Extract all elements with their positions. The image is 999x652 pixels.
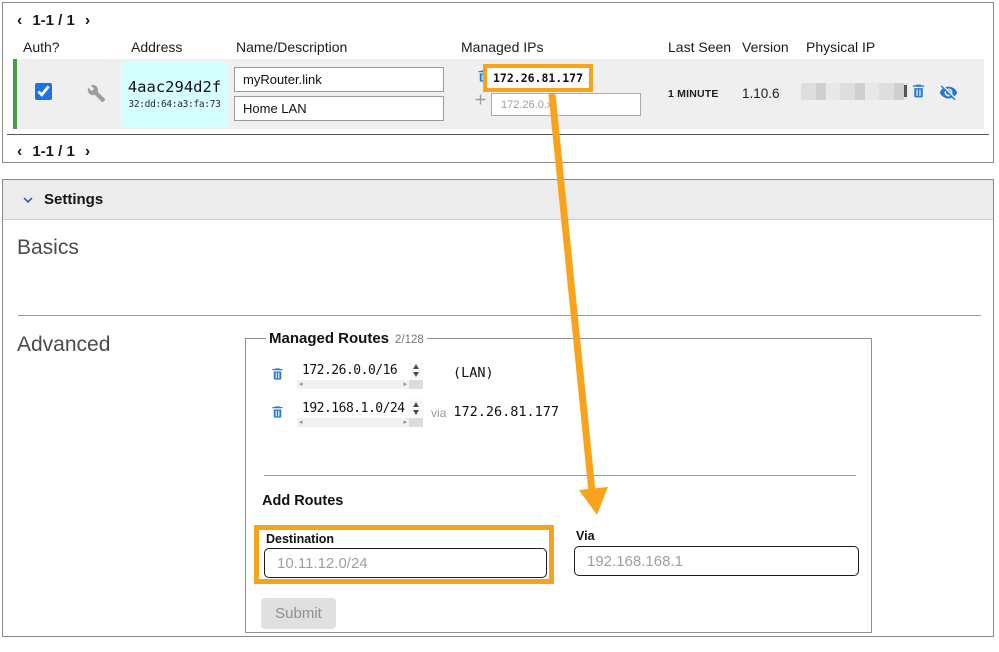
chevron-down-icon [19, 191, 37, 209]
route-row: 172.26.0.0/16 ◂ ▸ (LAN) [260, 361, 857, 389]
add-ip-icon[interactable] [472, 91, 489, 108]
member-name-input[interactable] [234, 67, 444, 92]
horizontal-scrollbar[interactable]: ◂ ▸ [297, 418, 409, 427]
managed-ip-value: 172.26.81.177 [483, 64, 593, 92]
managed-routes-title: Managed Routes [269, 330, 389, 347]
scroll-right-icon[interactable]: ▸ [403, 380, 407, 389]
settings-title: Settings [44, 191, 103, 208]
managed-routes-legend: Managed Routes 2/128 [266, 330, 427, 347]
member-description-input[interactable] [234, 96, 444, 121]
column-version: Version [742, 39, 789, 55]
scrollbar-corner [409, 380, 423, 389]
settings-panel: Settings Basics Advanced Managed Routes … [2, 179, 994, 637]
column-physical-ip: Physical IP [806, 39, 875, 55]
pagination-label: 1-1 / 1 [32, 143, 75, 160]
route-target-value: 172.26.0.0/16 [297, 361, 409, 380]
scroll-right-icon[interactable]: ▸ [403, 418, 407, 427]
member-address-cell: 4aac294d2f 32:dd:64:a3:fa:73 [121, 61, 228, 127]
scroll-left-icon[interactable]: ◂ [299, 380, 303, 389]
via-input[interactable] [574, 546, 859, 576]
destination-input[interactable] [264, 548, 547, 578]
delete-member-icon[interactable] [910, 82, 927, 100]
advanced-title: Advanced [17, 333, 110, 357]
table-divider [7, 134, 989, 135]
section-divider [18, 315, 981, 316]
number-spinner[interactable] [409, 399, 423, 418]
route-target-input[interactable]: 192.168.1.0/24 ◂ ▸ [297, 399, 423, 427]
via-group: Via [574, 529, 859, 576]
scroll-left-icon[interactable]: ◂ [299, 418, 303, 427]
last-seen-value: 1 MINUTE [668, 88, 719, 100]
column-auth: Auth? [23, 39, 60, 55]
column-address: Address [131, 39, 182, 55]
route-note: (LAN) [453, 365, 494, 381]
routes-list: 172.26.0.0/16 ◂ ▸ (LAN) 192.168.1.0/24 [260, 361, 857, 427]
physical-ip-redacted [801, 83, 908, 100]
settings-header[interactable]: Settings [3, 180, 993, 220]
member-address: 4aac294d2f [128, 78, 221, 96]
add-routes-title: Add Routes [262, 493, 343, 509]
column-managed-ips: Managed IPs [461, 39, 544, 55]
column-name: Name/Description [236, 39, 347, 55]
route-row: 192.168.1.0/24 ◂ ▸ via 172.26.81.177 [260, 399, 857, 427]
via-label: Via [576, 529, 859, 543]
chevron-right-icon[interactable]: › [85, 13, 90, 29]
chevron-left-icon[interactable]: ‹ [17, 144, 22, 160]
chevron-left-icon[interactable]: ‹ [17, 13, 22, 29]
managed-routes-count: 2/128 [395, 334, 424, 346]
destination-annotation-box: Destination [254, 525, 554, 584]
pagination-label: 1-1 / 1 [32, 12, 75, 29]
pagination-bottom: ‹ 1-1 / 1 › [17, 143, 90, 160]
column-last-seen: Last Seen [668, 39, 731, 55]
delete-route-icon[interactable] [270, 404, 285, 420]
member-row: 4aac294d2f 32:dd:64:a3:fa:73 172.26.81.1… [13, 59, 984, 129]
route-target-value: 192.168.1.0/24 [297, 399, 409, 418]
delete-route-icon[interactable] [270, 366, 285, 382]
number-spinner[interactable] [409, 361, 423, 380]
routes-divider [264, 475, 856, 476]
chevron-right-icon[interactable]: › [85, 144, 90, 160]
hide-member-icon[interactable] [938, 83, 959, 102]
add-ip-input[interactable] [491, 93, 641, 116]
horizontal-scrollbar[interactable]: ◂ ▸ [297, 380, 409, 389]
managed-routes-fieldset: Managed Routes 2/128 172.26.0.0/16 ◂ ▸ (… [245, 330, 872, 633]
submit-button[interactable]: Submit [261, 598, 336, 629]
route-via-value: 172.26.81.177 [453, 404, 559, 420]
wrench-icon[interactable] [87, 84, 106, 103]
members-panel: ‹ 1-1 / 1 › Auth? Address Name/Descripti… [2, 2, 994, 163]
destination-label: Destination [266, 532, 549, 546]
version-value: 1.10.6 [742, 86, 780, 101]
basics-title: Basics [17, 236, 79, 260]
route-target-input[interactable]: 172.26.0.0/16 ◂ ▸ [297, 361, 423, 389]
route-via-label: via [431, 406, 446, 420]
member-mac: 32:dd:64:a3:fa:73 [128, 99, 220, 110]
scrollbar-corner [409, 418, 423, 427]
auth-checkbox[interactable] [35, 83, 52, 100]
pagination-top: ‹ 1-1 / 1 › [17, 12, 90, 29]
